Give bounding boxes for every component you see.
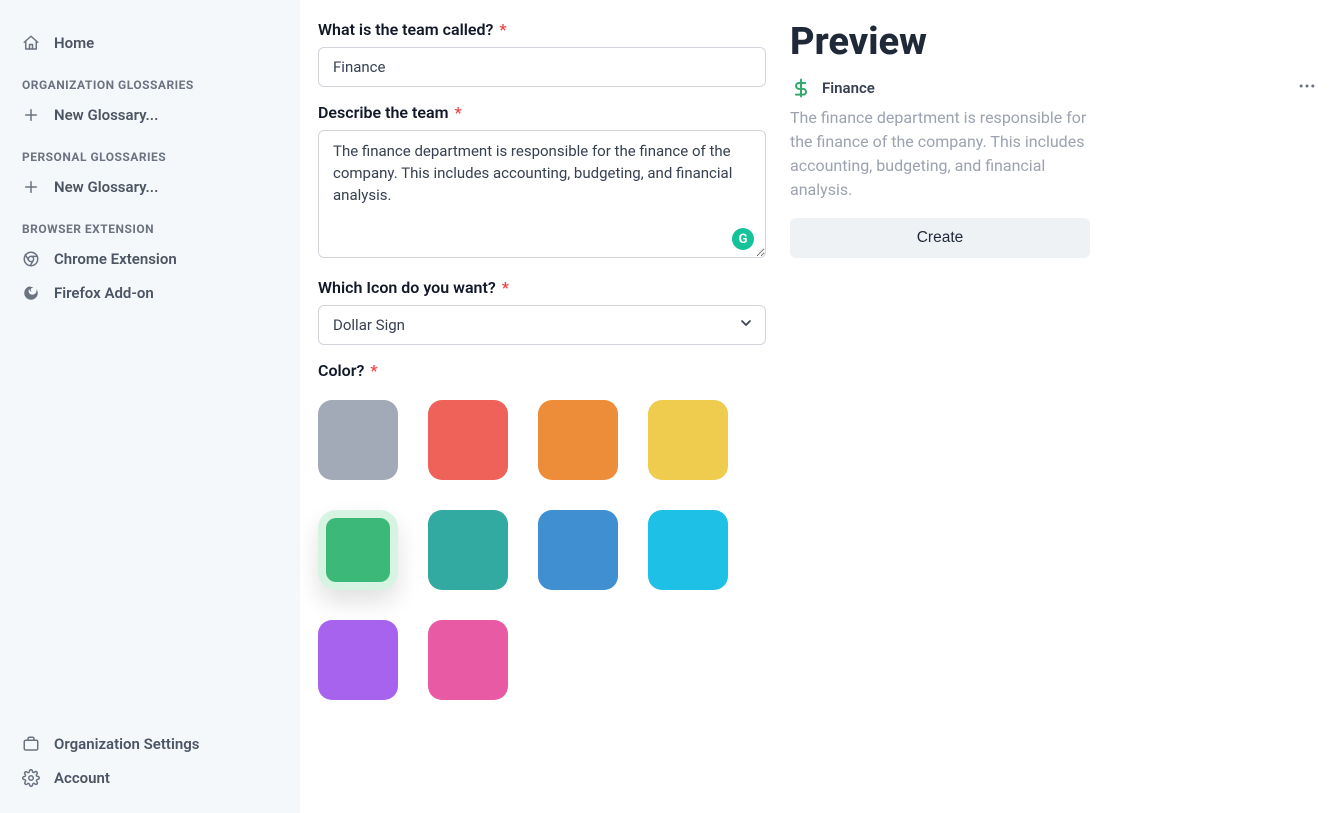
preview-team-name: Finance [822,79,1287,97]
sidebar-new-org-label: New Glossary... [54,106,158,124]
required-mark: * [495,20,506,39]
color-swatch-orange[interactable] [538,400,618,480]
team-name-label: What is the team called? * [318,20,507,39]
icon-select-label: Which Icon do you want? * [318,278,509,297]
plus-icon [22,178,40,196]
grammarly-icon[interactable]: G [732,228,754,250]
sidebar-org-settings-label: Organization Settings [54,735,199,753]
sidebar-section-personal-title: PERSONAL GLOSSARIES [0,132,300,170]
sidebar-chrome-label: Chrome Extension [54,250,177,268]
color-swatch-teal[interactable] [428,510,508,590]
color-swatch-green[interactable] [318,510,398,590]
preview-heading: Preview [790,20,1317,64]
sidebar-account[interactable]: Account [0,761,300,795]
sidebar-home[interactable]: Home [0,26,300,60]
color-swatch-purple[interactable] [318,620,398,700]
dollar-sign-icon [790,77,812,99]
color-swatch-gray[interactable] [318,400,398,480]
sidebar-org-settings[interactable]: Organization Settings [0,727,300,761]
sidebar-section-ext-title: BROWSER EXTENSION [0,204,300,242]
team-desc-textarea[interactable] [318,130,766,258]
firefox-icon [22,284,40,302]
more-icon[interactable] [1297,76,1317,100]
icon-select[interactable]: Dollar Sign [318,305,766,345]
chrome-icon [22,250,40,268]
sidebar-new-personal-label: New Glossary... [54,178,158,196]
color-swatch-grid [318,400,766,700]
color-swatch-pink[interactable] [428,620,508,700]
create-button[interactable]: Create [790,218,1090,258]
preview-column: Preview Finance The finance department i… [790,20,1317,813]
sidebar-new-personal-glossary[interactable]: New Glossary... [0,170,300,204]
sidebar-account-label: Account [54,769,110,787]
required-mark: * [450,103,461,122]
sidebar-firefox-addon[interactable]: Firefox Add-on [0,276,300,310]
gear-icon [22,769,40,787]
required-mark: * [366,361,377,380]
sidebar-firefox-label: Firefox Add-on [54,284,154,302]
main: What is the team called? * Describe the … [300,0,1341,813]
required-mark: * [498,278,509,297]
color-label: Color? * [318,361,378,380]
briefcase-icon [22,735,40,753]
sidebar: Home ORGANIZATION GLOSSARIES New Glossar… [0,0,300,813]
team-name-input[interactable] [318,47,766,87]
home-icon [22,34,40,52]
sidebar-chrome-extension[interactable]: Chrome Extension [0,242,300,276]
color-swatch-yellow[interactable] [648,400,728,480]
sidebar-new-org-glossary[interactable]: New Glossary... [0,98,300,132]
form-column: What is the team called? * Describe the … [318,20,766,813]
sidebar-section-org-title: ORGANIZATION GLOSSARIES [0,60,300,98]
sidebar-home-label: Home [54,34,94,52]
color-swatch-red[interactable] [428,400,508,480]
team-desc-label: Describe the team * [318,103,462,122]
color-swatch-cyan[interactable] [648,510,728,590]
preview-description: The finance department is responsible fo… [790,106,1090,202]
color-swatch-blue[interactable] [538,510,618,590]
plus-icon [22,106,40,124]
